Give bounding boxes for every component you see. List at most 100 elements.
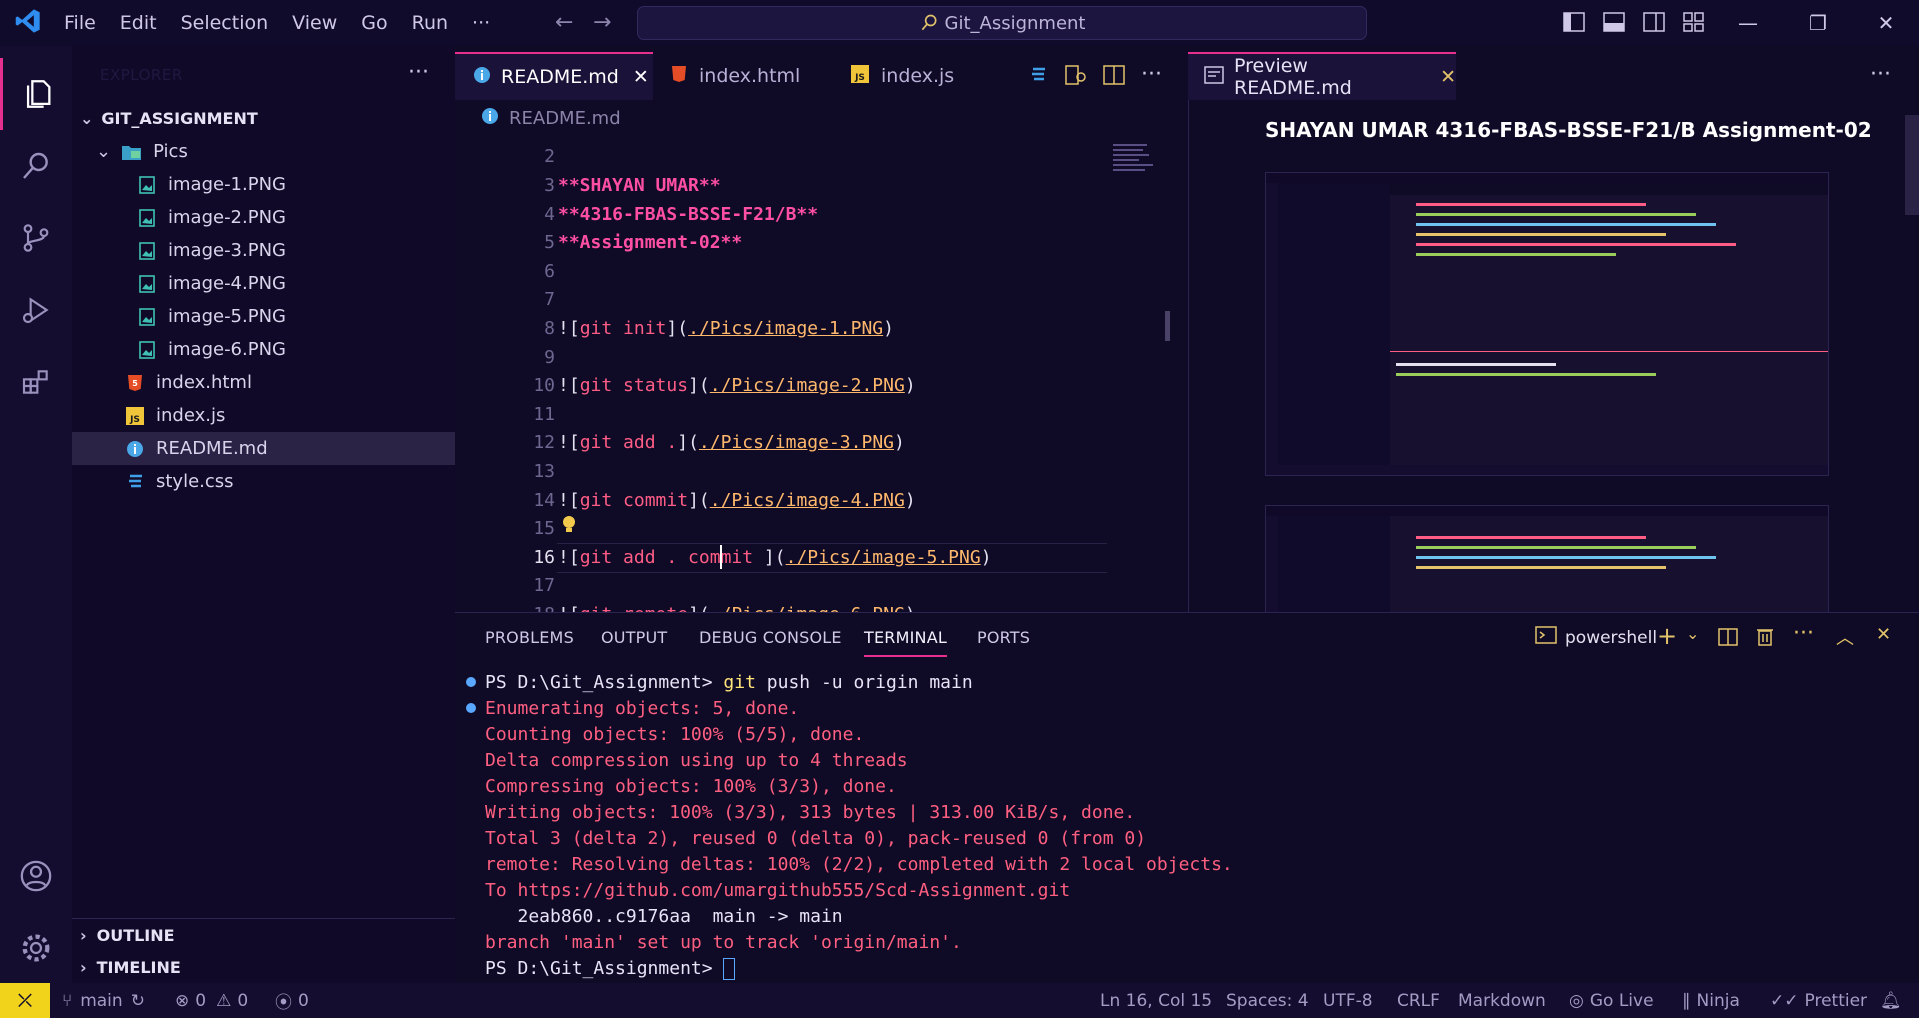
notifications-bell-icon[interactable]: 🔔︎	[1880, 983, 1902, 1018]
menu-more[interactable]: ···	[460, 12, 502, 34]
panel-more-icon[interactable]: ···	[1793, 621, 1814, 646]
menu-run[interactable]: Run	[400, 12, 460, 34]
minimap[interactable]	[1110, 136, 1170, 612]
file-image-2[interactable]: image-2.PNG	[72, 201, 455, 234]
close-panel-icon[interactable]: ✕	[1876, 624, 1891, 645]
file-index-html[interactable]: 5 index.html	[72, 366, 455, 399]
go-live-button[interactable]: ◎ Go Live	[1569, 983, 1654, 1018]
file-image-6[interactable]: image-6.PNG	[72, 333, 455, 366]
outline-section[interactable]: › OUTLINE	[72, 918, 455, 951]
code-editor[interactable]: 2 3 4 5 6 7 8 9 10 11 12 13 14 15 16 17 …	[455, 136, 1188, 612]
panel-tab-terminal[interactable]: TERMINAL	[864, 628, 947, 657]
split-editor-icon[interactable]	[1103, 65, 1125, 89]
cursor-position[interactable]: Ln 16, Col 15	[1100, 983, 1212, 1018]
error-icon: ⊗	[175, 990, 190, 1011]
terminal-output-line: remote: Resolving deltas: 100% (2/2), co…	[485, 854, 1233, 875]
branch-indicator[interactable]: ⑂ main ↻	[62, 983, 145, 1018]
toggle-panel-icon[interactable]	[1603, 12, 1625, 36]
vscode-logo-icon	[14, 7, 42, 39]
indentation[interactable]: Spaces: 4	[1226, 983, 1309, 1018]
lightbulb-icon[interactable]	[560, 514, 578, 540]
minimize-icon[interactable]: —	[1718, 0, 1778, 46]
panel-tab-output[interactable]: OUTPUT	[601, 628, 667, 647]
menu-selection[interactable]: Selection	[169, 12, 281, 34]
settings-gear-icon[interactable]	[0, 912, 72, 984]
search-icon[interactable]	[0, 130, 72, 202]
close-tab-icon[interactable]: ✕	[633, 66, 649, 88]
explorer-more-icon[interactable]: ···	[408, 60, 429, 85]
restore-icon[interactable]: ❐	[1788, 0, 1848, 46]
remote-indicator[interactable]: ⤫	[0, 983, 50, 1018]
command-center-search[interactable]: Git_Assignment	[637, 6, 1367, 40]
breadcrumb[interactable]: README.md	[455, 100, 1188, 136]
menu-go[interactable]: Go	[349, 12, 399, 34]
extensions-icon[interactable]	[0, 346, 72, 418]
link-url[interactable]: ./Pics/image-6.PNG	[710, 604, 905, 612]
editor-more-icon[interactable]: ···	[1141, 62, 1162, 87]
prettier-indicator[interactable]: ✓✓ Prettier	[1770, 983, 1867, 1018]
line-number: 5	[544, 232, 555, 253]
sync-icon: ↻	[130, 990, 145, 1011]
language-mode[interactable]: Markdown	[1458, 983, 1546, 1018]
file-image-5[interactable]: image-5.PNG	[72, 300, 455, 333]
preview-more-icon[interactable]: ···	[1870, 62, 1891, 87]
new-terminal-icon[interactable]: +	[1657, 622, 1677, 650]
terminal-profile[interactable]: powershell	[1535, 626, 1657, 649]
menu-file[interactable]: File	[52, 12, 108, 34]
link-url[interactable]: ./Pics/image-1.PNG	[688, 318, 883, 339]
file-readme-md[interactable]: README.md	[72, 432, 455, 465]
accounts-icon[interactable]	[0, 840, 72, 912]
toggle-sidebar-icon[interactable]	[1563, 12, 1585, 36]
explorer-icon[interactable]	[0, 58, 72, 130]
run-debug-icon[interactable]	[0, 274, 72, 346]
preview-icon	[1204, 65, 1224, 89]
tab-index-html[interactable]: index.html	[653, 52, 833, 100]
source-control-icon[interactable]	[0, 202, 72, 274]
toggle-secondary-sidebar-icon[interactable]	[1643, 12, 1665, 36]
md-close: )	[894, 432, 905, 453]
terminal-prompt-line[interactable]: PS D:\Git_Assignment>	[485, 958, 736, 980]
file-index-js[interactable]: JS index.js	[72, 399, 455, 432]
file-image-4[interactable]: image-4.PNG	[72, 267, 455, 300]
back-arrow-icon[interactable]: ←	[555, 10, 573, 35]
close-tab-icon[interactable]: ✕	[1440, 66, 1456, 88]
open-preview-icon[interactable]	[1065, 65, 1087, 89]
tab-index-js[interactable]: JS index.js	[833, 52, 1003, 100]
menu-edit[interactable]: Edit	[108, 12, 169, 34]
close-window-icon[interactable]: ✕	[1856, 0, 1916, 46]
link-url[interactable]: ./Pics/image-4.PNG	[710, 490, 905, 511]
tab-preview-readme[interactable]: Preview README.md ✕	[1188, 52, 1456, 100]
css-icon[interactable]	[1030, 66, 1046, 88]
folder-pics[interactable]: ⌄ Pics	[72, 135, 455, 168]
panel-tab-problems[interactable]: PROBLEMS	[485, 628, 574, 647]
file-image-3[interactable]: image-3.PNG	[72, 234, 455, 267]
command-decoration-icon[interactable]	[466, 703, 476, 713]
problems-indicator[interactable]: ⊗ 0 ⚠ 0	[175, 983, 248, 1018]
preview-scrollbar[interactable]	[1905, 115, 1919, 215]
git-branch-icon: ⑂	[62, 990, 73, 1011]
customize-layout-icon[interactable]	[1683, 12, 1705, 36]
menu-view[interactable]: View	[280, 12, 349, 34]
panel-tab-debug-console[interactable]: DEBUG CONSOLE	[699, 628, 842, 647]
terminal-cmd-git: git	[723, 672, 756, 693]
svg-text:5: 5	[132, 379, 138, 388]
timeline-section[interactable]: › TIMELINE	[72, 951, 455, 984]
command-decoration-icon[interactable]	[466, 677, 476, 687]
workspace-root[interactable]: ⌄ GIT_ASSIGNMENT	[72, 102, 455, 135]
maximize-panel-icon[interactable]: ︿	[1836, 624, 1854, 650]
link-url[interactable]: ./Pics/image-2.PNG	[710, 375, 905, 396]
ninja-indicator[interactable]: ∥ Ninja	[1682, 983, 1740, 1018]
panel-tab-ports[interactable]: PORTS	[977, 628, 1030, 647]
chevron-down-icon[interactable]: ⌄	[1686, 624, 1699, 643]
tab-readme-md[interactable]: README.md ✕	[455, 52, 653, 100]
line-endings[interactable]: CRLF	[1397, 983, 1440, 1018]
line-number: 11	[533, 404, 555, 425]
trash-icon[interactable]	[1756, 626, 1774, 650]
file-style-css[interactable]: style.css	[72, 465, 455, 498]
link-url[interactable]: ./Pics/image-3.PNG	[699, 432, 894, 453]
ports-indicator[interactable]: ⦿ 0	[275, 983, 309, 1018]
file-image-1[interactable]: image-1.PNG	[72, 168, 455, 201]
encoding[interactable]: UTF-8	[1323, 983, 1373, 1018]
forward-arrow-icon[interactable]: →	[593, 10, 611, 35]
split-terminal-icon[interactable]	[1718, 628, 1738, 650]
